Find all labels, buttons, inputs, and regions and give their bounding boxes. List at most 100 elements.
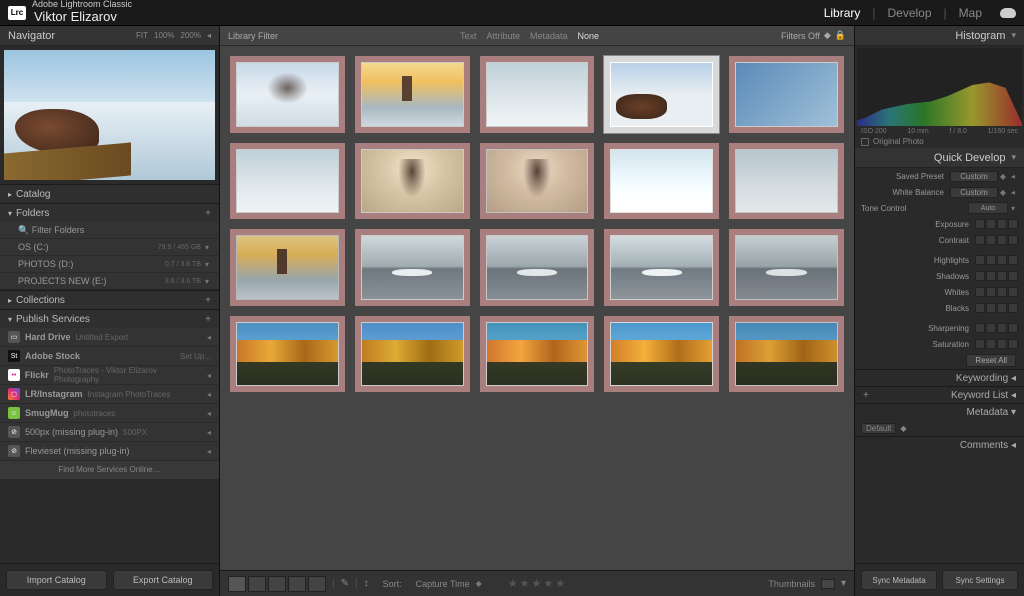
add-collection-icon[interactable]: +: [205, 295, 211, 306]
rating-stars[interactable]: ★★★★★: [508, 577, 567, 590]
grid-cell[interactable]: [230, 229, 345, 306]
grid-cell[interactable]: [480, 229, 595, 306]
painter-icon[interactable]: ✎: [341, 578, 349, 589]
toolbar-chevron-icon[interactable]: ▾: [841, 578, 846, 589]
publish-flevieset[interactable]: ⊘ Flevieset (missing plug-in) ◂: [0, 442, 219, 461]
grid-cell[interactable]: [230, 56, 345, 133]
sort-direction-icon[interactable]: ↕: [364, 578, 369, 589]
chevron-down-icon[interactable]: ▾: [1011, 152, 1016, 163]
grid-view-icon[interactable]: [228, 576, 246, 592]
quickdevelop-header[interactable]: Quick Develop ▾: [855, 148, 1024, 168]
grid-cell[interactable]: [604, 316, 719, 393]
filter-metadata[interactable]: Metadata: [530, 31, 568, 41]
grid-cell[interactable]: [604, 229, 719, 306]
zoom-200[interactable]: 200%: [181, 31, 201, 40]
grid-cell[interactable]: [355, 316, 470, 393]
saved-preset-select[interactable]: Custom: [950, 171, 998, 182]
filter-lock-icon[interactable]: 🔒: [835, 30, 846, 41]
sort-value[interactable]: Capture Time: [416, 579, 470, 589]
grid-cell[interactable]: [729, 56, 844, 133]
navigator-header[interactable]: Navigator FIT 100% 200% ◂: [0, 26, 219, 46]
publish-adobestock[interactable]: St Adobe Stock Set Up...: [0, 347, 219, 366]
grid-cell[interactable]: [480, 316, 595, 393]
grid-cell[interactable]: [355, 143, 470, 220]
navigator-preview[interactable]: [4, 50, 215, 180]
grid-cell[interactable]: [729, 229, 844, 306]
survey-view-icon[interactable]: [288, 576, 306, 592]
sort-chevron-icon[interactable]: ◆: [476, 579, 482, 588]
histogram-display[interactable]: [857, 48, 1022, 126]
folders-section[interactable]: Folders +: [0, 204, 219, 222]
import-catalog-button[interactable]: Import Catalog: [6, 570, 107, 590]
expand-icon[interactable]: ◂: [1008, 188, 1018, 197]
grid-cell[interactable]: [729, 143, 844, 220]
grid-cell[interactable]: [355, 229, 470, 306]
filter-preset-chevron-icon[interactable]: ◆: [824, 30, 831, 41]
grid-cell[interactable]: [230, 143, 345, 220]
reset-all-button[interactable]: Reset All: [966, 354, 1016, 367]
chevron-down-icon[interactable]: ▾: [205, 277, 209, 286]
exposure-steppers[interactable]: [975, 219, 1018, 229]
chevron-icon[interactable]: ◆: [998, 172, 1008, 181]
grid-cell[interactable]: [480, 143, 595, 220]
add-folder-icon[interactable]: +: [205, 208, 211, 219]
sharpening-steppers[interactable]: [975, 323, 1018, 333]
publish-500px[interactable]: ⊘ 500px (missing plug-in) 500PX ◂: [0, 423, 219, 442]
grid-cell-selected[interactable]: [604, 56, 719, 133]
thumbnail-grid[interactable]: [220, 46, 854, 570]
filter-none[interactable]: None: [578, 31, 600, 41]
publish-smugmug[interactable]: ☺ SmugMug phototraces ◂: [0, 404, 219, 423]
zoom-fit[interactable]: FIT: [136, 31, 148, 40]
grid-cell[interactable]: [480, 56, 595, 133]
sync-metadata-button[interactable]: Sync Metadata: [861, 570, 937, 590]
white-balance-select[interactable]: Custom: [950, 187, 998, 198]
metadata-preset-select[interactable]: Default: [861, 423, 896, 434]
keywordlist-section[interactable]: + Keyword List ◂: [855, 386, 1024, 403]
shadows-steppers[interactable]: [975, 271, 1018, 281]
chevron-icon[interactable]: ◆: [998, 188, 1008, 197]
grid-cell[interactable]: [604, 143, 719, 220]
auto-tone-button[interactable]: Auto: [968, 202, 1008, 214]
drive-d[interactable]: PHOTOS (D:) 0.7 / 3.6 TB ▾: [0, 256, 219, 273]
sync-settings-button[interactable]: Sync Settings: [942, 570, 1018, 590]
publish-flickr[interactable]: •• Flickr PhotoTraces - Viktor Elizarov …: [0, 366, 219, 385]
chevron-down-icon[interactable]: ▾: [1011, 30, 1016, 41]
drive-e[interactable]: PROJECTS NEW (E:) 3.6 / 3.6 TB ▾: [0, 273, 219, 290]
contrast-steppers[interactable]: [975, 235, 1018, 245]
zoom-chevron-icon[interactable]: ◂: [207, 31, 211, 40]
zoom-100[interactable]: 100%: [154, 31, 174, 40]
highlights-steppers[interactable]: [975, 255, 1018, 265]
chevron-down-icon[interactable]: ▾: [205, 260, 209, 269]
filter-attribute[interactable]: Attribute: [486, 31, 520, 41]
filter-folders-input[interactable]: 🔍 Filter Folders: [0, 222, 219, 239]
saturation-steppers[interactable]: [975, 339, 1018, 349]
compare-view-icon[interactable]: [268, 576, 286, 592]
comments-section[interactable]: Comments ◂: [855, 436, 1024, 453]
loupe-view-icon[interactable]: [248, 576, 266, 592]
chevron-icon[interactable]: ◆: [900, 424, 906, 433]
catalog-section[interactable]: Catalog: [0, 185, 219, 203]
histogram-header[interactable]: Histogram ▾: [855, 26, 1024, 46]
expand-icon[interactable]: ◂: [1008, 172, 1018, 181]
grid-cell[interactable]: [355, 56, 470, 133]
filters-off[interactable]: Filters Off: [781, 31, 820, 41]
drive-c[interactable]: OS (C:) 79.9 / 465 GB ▾: [0, 239, 219, 256]
keywording-section[interactable]: Keywording ◂: [855, 369, 1024, 386]
metadata-section[interactable]: Metadata ▾: [855, 403, 1024, 420]
grid-cell[interactable]: [230, 316, 345, 393]
original-photo-checkbox[interactable]: Original Photo: [855, 135, 1024, 148]
module-map[interactable]: Map: [959, 6, 982, 20]
add-keyword-icon[interactable]: +: [863, 390, 869, 401]
module-library[interactable]: Library: [824, 6, 861, 20]
cloud-sync-icon[interactable]: [1000, 8, 1016, 18]
thumbnail-size-slider[interactable]: [821, 579, 835, 589]
whites-steppers[interactable]: [975, 287, 1018, 297]
publish-instagram[interactable]: ◻ LR/Instagram Instagram PhotoTraces ◂: [0, 385, 219, 404]
collapse-icon[interactable]: ▾: [1008, 204, 1018, 213]
publish-harddrive[interactable]: ▭ Hard Drive Untitled Export ◂: [0, 328, 219, 347]
grid-cell[interactable]: [729, 316, 844, 393]
export-catalog-button[interactable]: Export Catalog: [113, 570, 214, 590]
collections-section[interactable]: Collections +: [0, 291, 219, 309]
find-more-services[interactable]: Find More Services Online…: [0, 461, 219, 479]
module-develop[interactable]: Develop: [888, 6, 932, 20]
